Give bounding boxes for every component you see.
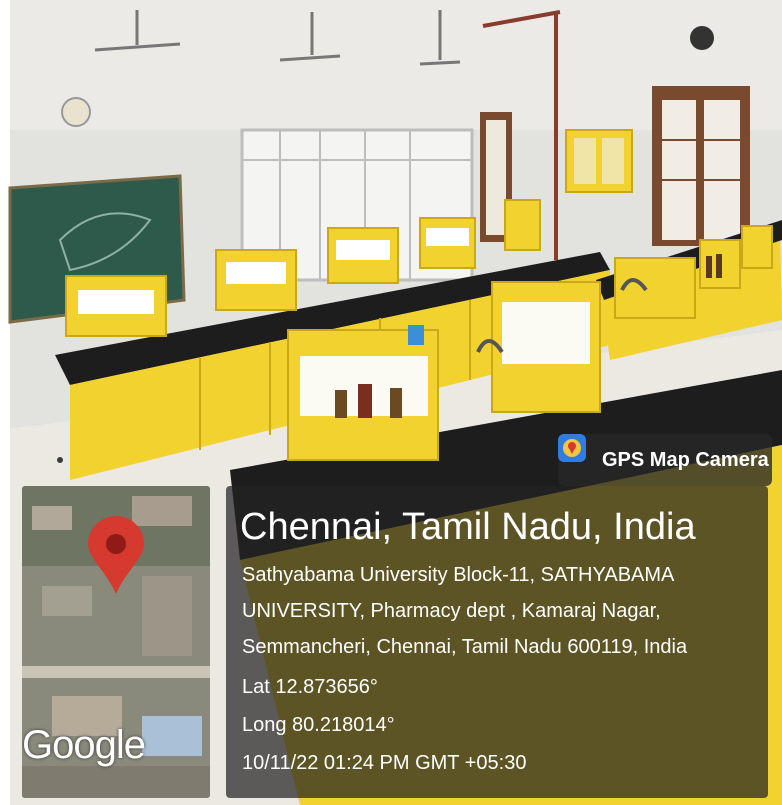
lab-photo: GPS Map Camera Google Chennai, Tamil Nad… <box>0 0 782 805</box>
location-info-panel: Chennai, Tamil Nadu, India Sathyabama Un… <box>226 486 768 798</box>
google-logo: Google <box>22 723 146 767</box>
address-line-1: Sathyabama University Block-11, SATHYABA… <box>242 564 675 586</box>
gps-map-camera-badge: GPS Map Camera <box>558 434 772 486</box>
address-line-2: UNIVERSITY, Pharmacy dept , Kamaraj Naga… <box>242 600 661 622</box>
longitude-text: Long 80.218014° <box>242 714 395 736</box>
address-line-3: Semmancheri, Chennai, Tamil Nadu 600119,… <box>242 636 688 658</box>
datetime-text: 10/11/22 01:24 PM GMT +05:30 <box>242 752 527 774</box>
gps-map-camera-label: GPS Map Camera <box>602 448 769 471</box>
map-pin-icon <box>88 516 144 594</box>
satellite-map-thumbnail: Google <box>22 486 210 798</box>
location-title: Chennai, Tamil Nadu, India <box>240 506 696 548</box>
latitude-text: Lat 12.873656° <box>242 676 378 698</box>
gps-map-camera-icon <box>558 434 594 474</box>
